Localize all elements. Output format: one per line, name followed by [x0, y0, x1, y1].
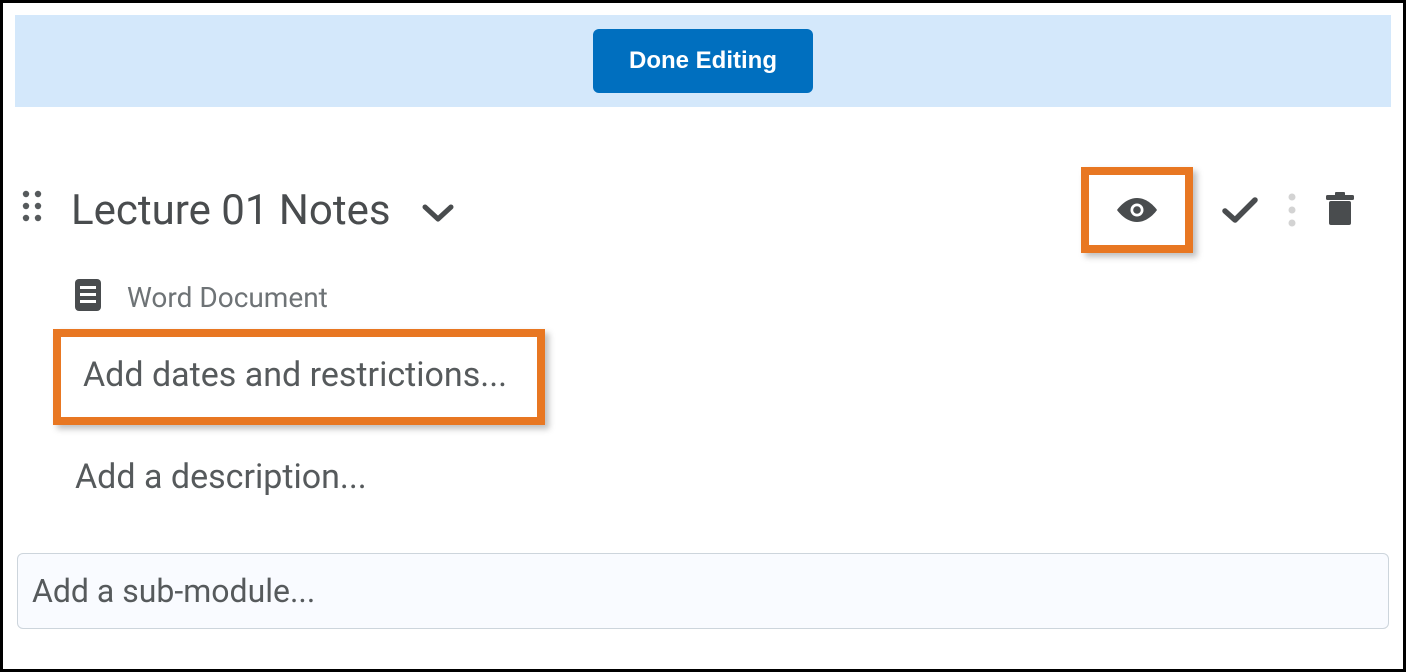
action-icons-group: [1081, 167, 1355, 253]
module-section: Lecture 01 Notes: [15, 107, 1391, 629]
dates-restrictions-highlight: Add dates and restrictions...: [53, 329, 545, 425]
visibility-highlight: [1081, 167, 1193, 253]
module-title[interactable]: Lecture 01 Notes: [71, 186, 391, 235]
drag-handle-icon[interactable]: [21, 189, 43, 223]
chevron-down-icon[interactable]: [421, 192, 455, 228]
add-dates-restrictions-link[interactable]: Add dates and restrictions...: [83, 355, 507, 395]
add-submodule-input[interactable]: [17, 553, 1389, 629]
document-icon: [73, 277, 103, 317]
visibility-eye-icon[interactable]: [1115, 195, 1159, 225]
document-type-label: Word Document: [127, 281, 328, 314]
more-options-icon[interactable]: [1287, 191, 1297, 229]
editing-banner: Done Editing: [15, 15, 1391, 107]
add-description-link[interactable]: Add a description...: [75, 457, 367, 497]
done-editing-button[interactable]: Done Editing: [593, 29, 813, 93]
checkmark-icon[interactable]: [1221, 195, 1259, 225]
trash-icon[interactable]: [1325, 192, 1355, 228]
document-type-row: Word Document: [15, 277, 1391, 317]
module-title-row: Lecture 01 Notes: [15, 167, 1391, 253]
title-left-group: Lecture 01 Notes: [71, 186, 455, 235]
